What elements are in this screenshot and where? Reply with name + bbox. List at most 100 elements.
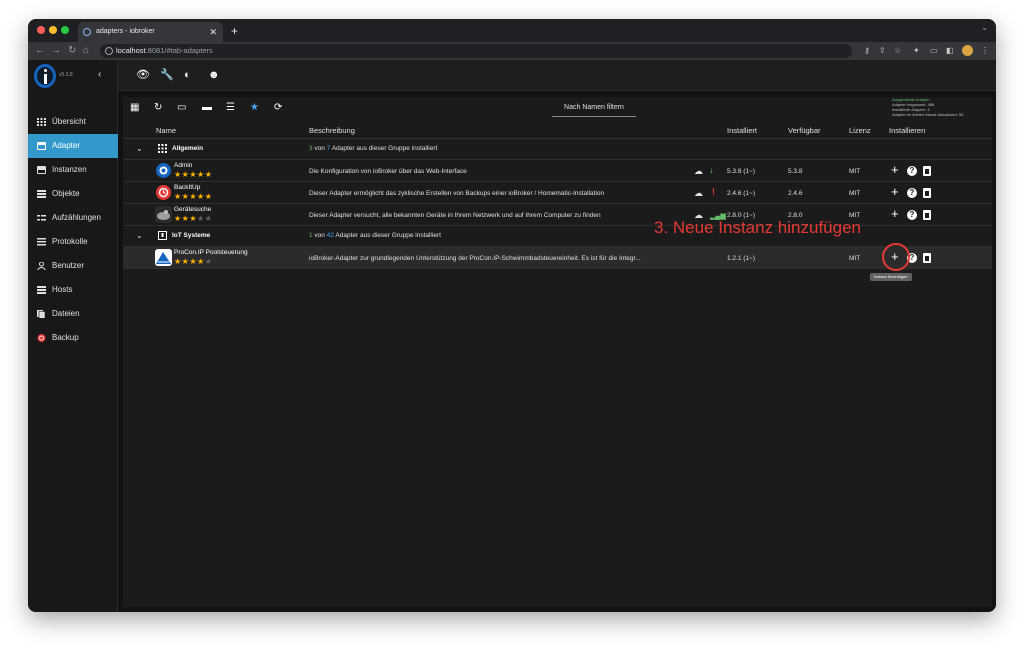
sidebar-item-dateien[interactable]: Dateien: [28, 302, 118, 326]
adapter-row-geraetesuche[interactable]: Gerätesuche ★★★★★ Dieser Adapter versuch…: [123, 204, 992, 226]
highlight-circle: [882, 243, 910, 271]
rating-stars: ★★★★★: [174, 170, 213, 179]
browser-window: adapters - iobroker ✕ + ⌄ ← → ↻ ⌂ localh…: [28, 19, 996, 612]
installed-version: 5.3.8 (1~): [727, 168, 756, 175]
instruction-annotation: 3. Neue Instanz hinzufügen: [654, 218, 861, 237]
chevron-down-icon[interactable]: ⌄: [136, 144, 143, 153]
collapse-sidebar-icon[interactable]: ‹: [98, 69, 101, 80]
add-instance-icon[interactable]: +: [891, 185, 899, 199]
bookmark-star-icon[interactable]: ☆: [894, 44, 901, 58]
sidebar-item-label: Dateien: [52, 309, 80, 318]
help-icon[interactable]: ?: [907, 166, 917, 176]
table-header: Name Beschreibung Installiert Verfügbar …: [123, 123, 992, 139]
group-title: IoT Systeme: [172, 232, 211, 239]
adapter-row-admin[interactable]: Admin ★★★★★ Die Konfiguration von ioBrok…: [123, 160, 992, 182]
tab-search-icon[interactable]: ⌄: [981, 23, 988, 32]
update-all-icon[interactable]: ⟳: [274, 101, 282, 114]
sidebar: v5.3.8 ‹ Übersicht Adapter Instanzen Obj…: [28, 60, 118, 612]
help-icon[interactable]: ?: [907, 210, 917, 220]
folder-open-icon[interactable]: ▭: [177, 101, 186, 114]
column-name: Name: [156, 126, 177, 135]
key-icon[interactable]: ⚷: [864, 44, 870, 58]
delete-icon[interactable]: [923, 253, 931, 263]
grid-icon: [158, 144, 167, 153]
add-instance-icon[interactable]: +: [891, 207, 899, 221]
add-instance-tooltip: Instanz hinzufügen: [870, 273, 912, 281]
sidebar-item-benutzer[interactable]: Benutzer: [28, 254, 118, 278]
browser-tab[interactable]: adapters - iobroker ✕: [78, 22, 223, 42]
extensions-icon[interactable]: ✦: [913, 44, 920, 58]
cloud-off-icon: ☁: [694, 166, 703, 176]
group-desc-end: Adapter aus dieser Gruppe installiert: [330, 145, 438, 152]
tab-title: adapters - iobroker: [96, 28, 155, 35]
theme-icon[interactable]: ◐: [184, 68, 191, 82]
chevron-down-icon[interactable]: ⌄: [136, 231, 143, 240]
sidebar-item-aufzaehlungen[interactable]: Aufzählungen: [28, 206, 118, 230]
adapter-row-procon-ip[interactable]: ProCon.IP Poolsteuerung ★★★★★ ioBroker-A…: [123, 247, 992, 269]
folder-icon[interactable]: ▬: [202, 101, 212, 114]
sidebar-item-protokolle[interactable]: Protokolle: [28, 230, 118, 254]
adapter-description: ioBroker-Adapter zur grundlegenden Unter…: [309, 255, 641, 262]
filter-placeholder: Nach Namen filtern: [564, 104, 624, 111]
adapter-description: Dieser Adapter ermöglicht das zyklische …: [309, 190, 605, 197]
profile-avatar[interactable]: [962, 45, 973, 56]
license: MIT: [849, 168, 861, 175]
sidebar-item-label: Aufzählungen: [52, 213, 101, 222]
sidebar-item-hosts[interactable]: Hosts: [28, 278, 118, 302]
sidebar-item-objekte[interactable]: Objekte: [28, 182, 118, 206]
close-tab-icon[interactable]: ✕: [209, 22, 217, 42]
share-icon[interactable]: ⇪: [879, 44, 886, 58]
sidebar-item-backup[interactable]: Backup: [28, 326, 118, 350]
adapter-row-backitup[interactable]: BackItUp ★★★★★ Dieser Adapter ermöglicht…: [123, 182, 992, 204]
version-label: v5.3.8: [59, 72, 73, 78]
help-icon[interactable]: ?: [907, 188, 917, 198]
wrench-icon[interactable]: 🔧: [160, 68, 174, 82]
rating-stars: ★★★★★: [174, 192, 213, 201]
name-filter-input[interactable]: Nach Namen filtern: [552, 104, 636, 117]
back-icon[interactable]: ←: [35, 43, 45, 59]
menu-icon[interactable]: ⋮: [981, 44, 989, 58]
list-icon[interactable]: ☰: [226, 101, 235, 114]
cast-icon[interactable]: ▭: [930, 44, 938, 58]
group-row-allgemein[interactable]: ⌄ Allgemein 3 von 7 Adapter aus dieser G…: [123, 139, 992, 160]
delete-icon[interactable]: [923, 210, 931, 220]
objects-icon: [37, 190, 46, 198]
group-desc-mid: von: [312, 145, 327, 152]
sidebar-item-uebersicht[interactable]: Übersicht: [28, 110, 118, 134]
site-info-icon[interactable]: [105, 47, 113, 55]
star-filter-icon[interactable]: ★: [250, 101, 259, 114]
adapter-name: Admin: [174, 162, 193, 169]
sidebar-item-adapter[interactable]: Adapter: [28, 134, 118, 158]
reload-icon[interactable]: ↻: [68, 43, 76, 59]
new-tab-button[interactable]: +: [231, 22, 238, 40]
group-row-iot-systeme[interactable]: ⌄ IoT Systeme 1 von 42 Adapter aus diese…: [123, 226, 992, 247]
forward-icon[interactable]: →: [51, 43, 61, 59]
close-window-button[interactable]: [37, 26, 45, 34]
delete-icon[interactable]: [923, 166, 931, 176]
procon-adapter-icon: [155, 249, 172, 266]
adapters-panel: ▦ ↻ ▭ ▬ ☰ ★ ⟳ Nach Namen filtern Ausgewä…: [123, 97, 992, 607]
iobroker-app: v5.3.8 ‹ Übersicht Adapter Instanzen Obj…: [28, 60, 996, 612]
backitup-adapter-icon: [156, 185, 171, 200]
rating-stars: ★★★★★: [174, 214, 213, 223]
url-input[interactable]: localhost:8081/#tab-adapters: [100, 44, 852, 58]
home-icon[interactable]: ⌂: [83, 43, 89, 59]
license: MIT: [849, 255, 861, 262]
zoom-window-button[interactable]: [61, 26, 69, 34]
group-description: 1 von 42 Adapter aus dieser Gruppe insta…: [309, 232, 441, 239]
side-panel-icon[interactable]: ◧: [946, 44, 954, 58]
sidebar-item-instanzen[interactable]: Instanzen: [28, 158, 118, 182]
cloud-off-icon: ☁: [694, 188, 703, 198]
expert-mode-icon[interactable]: ☻: [208, 68, 220, 82]
user-icon: [37, 262, 46, 270]
refresh-icon[interactable]: ↻: [154, 101, 162, 114]
grid-icon: [37, 118, 46, 126]
sidebar-item-label: Hosts: [52, 285, 73, 294]
minimize-window-button[interactable]: [49, 26, 57, 34]
sidebar-item-label: Objekte: [52, 189, 80, 198]
add-instance-icon[interactable]: +: [891, 163, 899, 177]
eye-icon[interactable]: 👁: [136, 68, 150, 82]
tiles-view-icon[interactable]: ▦: [130, 101, 139, 114]
delete-icon[interactable]: [923, 188, 931, 198]
backup-icon: [37, 334, 46, 342]
